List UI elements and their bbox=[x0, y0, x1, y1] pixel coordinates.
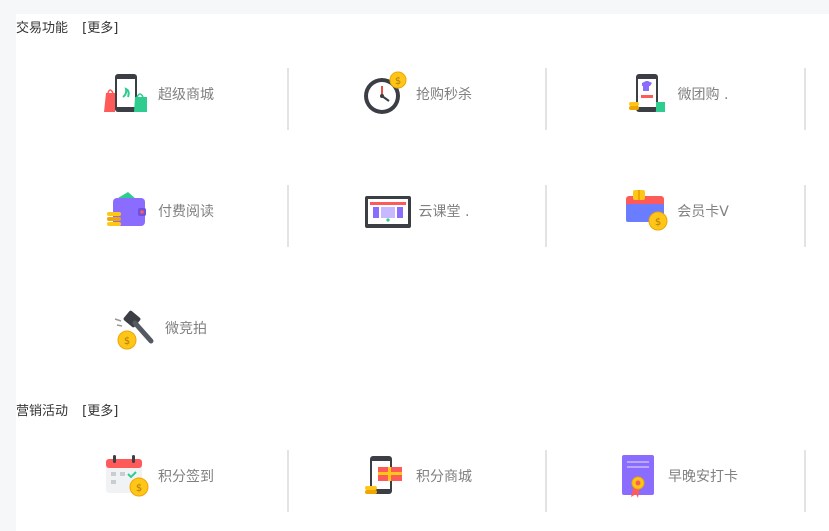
divider bbox=[804, 185, 806, 247]
feature-label: 早晚安打卡 bbox=[668, 469, 738, 485]
section-title-marketing-label: 营销活动 bbox=[16, 404, 69, 419]
feature-flash-sale[interactable]: $ 抢购秒杀 bbox=[288, 63, 546, 125]
auction-gavel-icon: $ bbox=[111, 305, 157, 351]
feature-cloud-classroom[interactable]: 云课堂 . bbox=[288, 180, 546, 242]
mall-phone-bags-icon bbox=[104, 71, 150, 117]
section-title-marketing: 营销活动 [更多] bbox=[16, 400, 118, 419]
wallet-coins-icon bbox=[104, 188, 150, 234]
monitor-icon bbox=[364, 188, 411, 234]
feature-paid-reading[interactable]: 付费阅读 bbox=[30, 180, 288, 242]
feature-label: 微团购 . bbox=[677, 87, 729, 103]
more-link-marketing[interactable]: [更多] bbox=[82, 404, 118, 419]
divider bbox=[804, 450, 806, 512]
feature-points-checkin[interactable]: $ 积分签到 bbox=[30, 445, 288, 507]
vip-card-icon: $ bbox=[623, 188, 669, 234]
feature-label: 付费阅读 bbox=[158, 204, 214, 220]
phone-gift-icon bbox=[362, 453, 408, 499]
svg-text:$: $ bbox=[395, 76, 401, 87]
feature-label: 积分商城 bbox=[416, 469, 472, 485]
content-panel: 交易功能 [更多] 超级商城 $ 抢购秒杀 微团购 . 付费阅读 云课堂 . $… bbox=[16, 14, 829, 531]
feature-auction[interactable]: $ 微竞拍 bbox=[30, 297, 288, 359]
feature-label: 超级商城 bbox=[158, 87, 214, 103]
divider bbox=[804, 68, 806, 130]
certificate-icon bbox=[614, 453, 660, 499]
section-title-trade-label: 交易功能 bbox=[16, 21, 69, 36]
clock-coin-icon: $ bbox=[362, 71, 408, 117]
feature-member-card[interactable]: $ 会员卡V bbox=[547, 180, 805, 242]
svg-text:$: $ bbox=[136, 483, 142, 494]
section-title-trade: 交易功能 [更多] bbox=[16, 17, 118, 36]
more-link-trade[interactable]: [更多] bbox=[82, 21, 118, 36]
feature-label: 会员卡V bbox=[677, 204, 729, 220]
feature-morning-evening-checkin[interactable]: 早晚安打卡 bbox=[547, 445, 805, 507]
feature-label: 积分签到 bbox=[158, 469, 214, 485]
svg-text:$: $ bbox=[124, 336, 130, 347]
calendar-coin-icon: $ bbox=[104, 453, 150, 499]
feature-label: 抢购秒杀 bbox=[416, 87, 472, 103]
feature-label: 微竞拍 bbox=[165, 321, 207, 337]
feature-label: 云课堂 . bbox=[418, 204, 470, 220]
feature-group-buy[interactable]: 微团购 . bbox=[547, 63, 805, 125]
feature-super-mall[interactable]: 超级商城 bbox=[30, 63, 288, 125]
feature-points-mall[interactable]: 积分商城 bbox=[288, 445, 546, 507]
svg-text:$: $ bbox=[655, 217, 661, 228]
phone-tshirt-icon bbox=[624, 71, 670, 117]
